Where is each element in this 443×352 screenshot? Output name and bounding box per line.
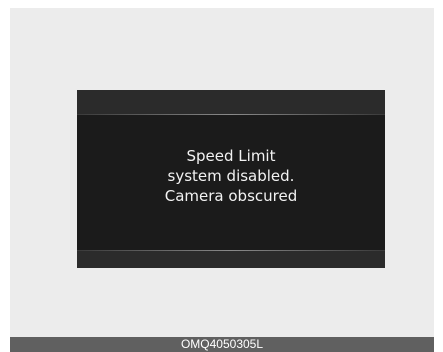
cluster-display: Speed Limit system disabled. Camera obsc… xyxy=(77,90,385,268)
display-bottom-band xyxy=(77,251,385,268)
warning-message-line-2: system disabled. xyxy=(167,167,295,185)
figure-background: Speed Limit system disabled. Camera obsc… xyxy=(10,8,434,337)
figure-code-caption: OMQ4050305L xyxy=(10,337,434,352)
display-top-band xyxy=(77,90,385,114)
warning-message-line-1: Speed Limit xyxy=(186,147,276,165)
warning-message-line-3: Camera obscured xyxy=(164,187,298,205)
display-top-divider xyxy=(77,114,385,115)
warning-message: Speed Limit system disabled. Camera obsc… xyxy=(77,146,385,206)
